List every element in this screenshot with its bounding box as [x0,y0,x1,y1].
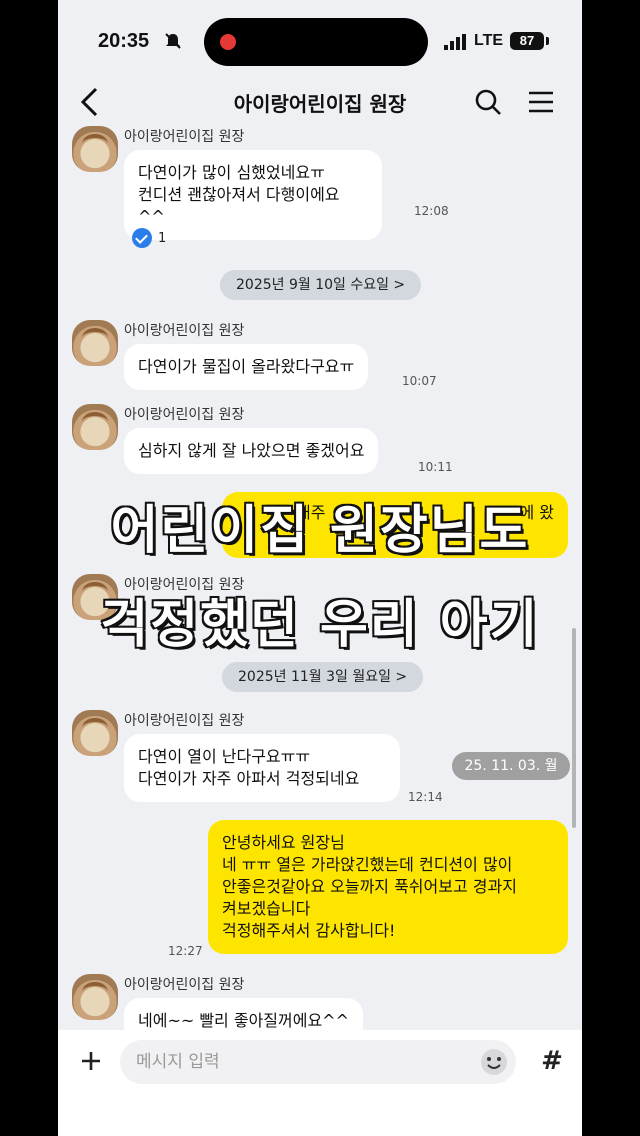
date-divider[interactable]: 2025년 11월 3일 월요일 > [222,662,424,692]
status-bar: 20:35 LTE 87 [58,0,582,80]
chat-header: 아이랑어린이집 원장 [58,78,582,128]
scrollbar[interactable] [572,628,576,828]
my-message-bubble[interactable]: 안녕하세요 원장님 네 ㅠㅠ 열은 가라앉긴했는데 컨디션이 많이 안좋은것같아… [208,820,568,954]
avatar[interactable] [72,126,118,172]
caption-line-2: 걱정했던 우리 아기 [99,594,540,657]
message-input[interactable]: 메시지 입력 [120,1040,516,1084]
signal-icon [444,34,466,50]
floating-date-badge: 25. 11. 03. 월 [452,752,570,780]
menu-icon[interactable] [528,90,554,114]
avatar[interactable] [72,710,118,756]
message-input-bar: 메시지 입력 # [58,1030,582,1136]
dynamic-island [204,18,428,66]
battery-icon: 87 [510,32,544,50]
message-time: 10:07 [402,374,437,388]
caption-line-1: 어린이집 원장님도 [109,500,530,563]
sender-name: 아이랑어린이집 원장 [124,323,245,339]
avatar[interactable] [72,974,118,1020]
status-time: 20:35 [98,30,150,52]
recording-indicator [220,34,236,50]
message-time: 12:14 [408,790,443,804]
date-divider[interactable]: 2025년 9월 10일 수요일 > [220,270,422,300]
sender-name: 아이랑어린이집 원장 [124,977,245,993]
read-count: 1 [158,230,167,246]
check-icon [132,228,152,248]
phone-screen: 20:35 LTE 87 아이랑어린이집 원장 아이랑어린이집 원장 다연이가 … [58,0,582,1136]
message-bubble[interactable]: 다연이가 물집이 올라왔다구요ㅠ [124,344,369,390]
message-bubble[interactable]: 다연이가 많이 심했었네요ㅠ 컨디션 괜찮아져서 다행이에요 ^^ [124,150,382,240]
read-receipt: 1 [132,228,166,248]
sender-name: 아이랑어린이집 원장 [124,407,245,423]
sender-name: 아이랑어린이집 원장 [124,713,245,729]
search-icon[interactable] [474,88,502,116]
message-time: 10:11 [418,460,453,474]
chat-title: 아이랑어린이집 원장 [233,92,407,116]
hash-icon[interactable]: # [536,1044,568,1078]
plus-icon[interactable] [74,1044,108,1078]
emoji-icon[interactable] [478,1046,510,1078]
avatar[interactable] [72,320,118,366]
message-bubble[interactable]: 심하지 않게 잘 나았으면 좋겠어요 [124,428,379,474]
message-bubble[interactable]: 다연이 열이 난다구요ㅠㅠ 다연이가 자주 아파서 걱정되네요 [124,734,400,802]
bell-mute-icon [165,33,181,49]
message-time: 12:27 [168,944,203,958]
message-time: 12:08 [414,204,449,218]
battery-tip [546,37,549,45]
avatar[interactable] [72,404,118,450]
network-label: LTE [474,32,504,49]
sender-name: 아이랑어린이집 원장 [124,129,245,145]
